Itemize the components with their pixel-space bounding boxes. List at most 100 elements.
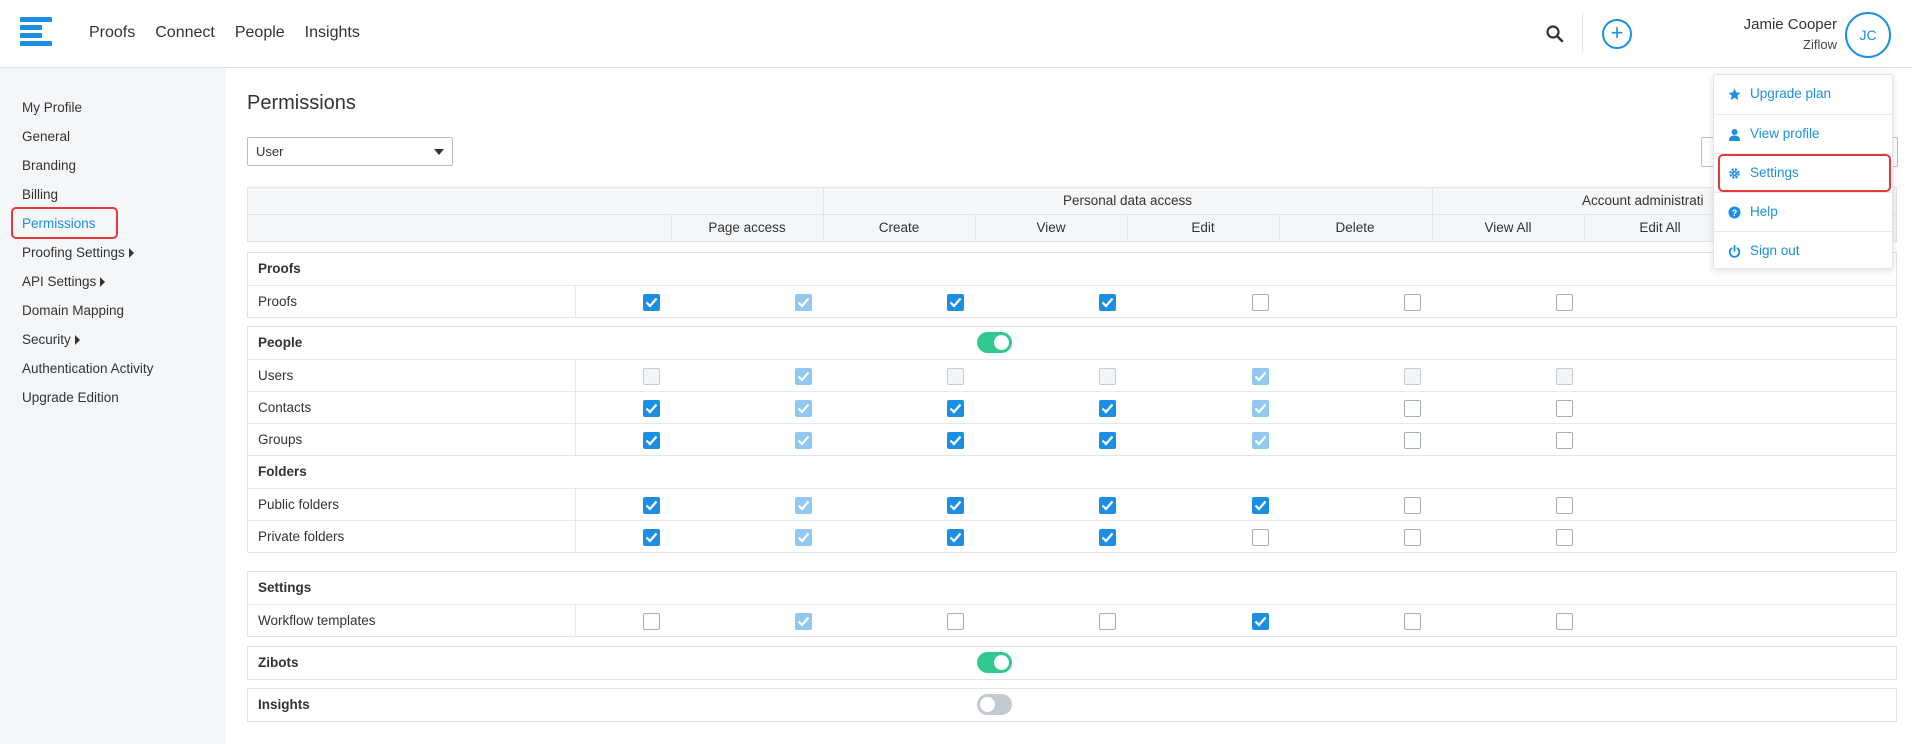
permission-checkbox[interactable] xyxy=(1404,497,1421,514)
permission-checkbox[interactable] xyxy=(1556,497,1573,514)
menu-item-label: Sign out xyxy=(1750,243,1800,258)
permission-checkbox[interactable] xyxy=(1404,400,1421,417)
permission-checkbox[interactable] xyxy=(1404,294,1421,311)
sidebar-item-label: Billing xyxy=(22,187,59,202)
permission-checkbox[interactable] xyxy=(1252,613,1269,630)
menu-item-view-profile[interactable]: View profile xyxy=(1714,114,1892,153)
permission-checkbox[interactable] xyxy=(795,432,812,449)
permission-checkbox[interactable] xyxy=(643,368,660,385)
permission-checkbox[interactable] xyxy=(795,529,812,546)
nav-item-people[interactable]: People xyxy=(235,24,285,42)
column-divider xyxy=(575,489,576,521)
role-select[interactable]: User xyxy=(247,137,453,166)
permission-checkbox[interactable] xyxy=(947,432,964,449)
page-access-toggle[interactable] xyxy=(977,694,1012,715)
menu-item-help[interactable]: ? Help xyxy=(1714,192,1892,231)
permission-checkbox[interactable] xyxy=(1556,368,1573,385)
page-access-toggle[interactable] xyxy=(977,332,1012,353)
menu-item-upgrade-plan[interactable]: Upgrade plan xyxy=(1714,75,1892,114)
permission-checkbox[interactable] xyxy=(947,529,964,546)
section-title: Zibots xyxy=(258,655,299,670)
permission-checkbox[interactable] xyxy=(947,294,964,311)
permission-checkbox[interactable] xyxy=(1099,368,1116,385)
permission-checkbox[interactable] xyxy=(795,368,812,385)
avatar[interactable]: JC xyxy=(1845,12,1891,58)
table-row: Users xyxy=(248,359,1896,392)
permission-checkbox[interactable] xyxy=(1252,529,1269,546)
permission-checkbox[interactable] xyxy=(1099,497,1116,514)
permission-checkbox[interactable] xyxy=(1404,613,1421,630)
permission-checkbox[interactable] xyxy=(1404,432,1421,449)
permission-checkbox[interactable] xyxy=(643,529,660,546)
permission-checkbox[interactable] xyxy=(643,613,660,630)
permission-checkbox[interactable] xyxy=(1252,432,1269,449)
sidebar-item-api-settings[interactable]: API Settings xyxy=(22,272,106,292)
sidebar-item-upgrade-edition[interactable]: Upgrade Edition xyxy=(22,388,119,408)
row-label: Groups xyxy=(258,432,303,447)
sidebar-item-label: General xyxy=(22,129,71,144)
ziflow-logo[interactable] xyxy=(20,17,52,47)
permission-checkbox[interactable] xyxy=(1252,497,1269,514)
sidebar-item-billing[interactable]: Billing xyxy=(22,185,58,205)
section-settings: Settings Workflow templates xyxy=(247,571,1897,637)
toggle-knob xyxy=(994,335,1009,350)
header-account-administration: Account administrati xyxy=(1582,193,1704,208)
permission-checkbox[interactable] xyxy=(1099,613,1116,630)
permission-checkbox[interactable] xyxy=(947,613,964,630)
permission-checkbox[interactable] xyxy=(643,400,660,417)
sidebar-item-label: Security xyxy=(22,332,71,347)
sidebar-item-label: API Settings xyxy=(22,274,97,289)
nav-item-insights[interactable]: Insights xyxy=(305,24,360,42)
permission-checkbox[interactable] xyxy=(1099,432,1116,449)
sidebar-item-label: Authentication Activity xyxy=(22,361,154,376)
header-page-access: Page access xyxy=(708,220,786,235)
permission-checkbox[interactable] xyxy=(795,613,812,630)
search-icon[interactable] xyxy=(1545,24,1565,44)
permission-checkbox[interactable] xyxy=(1404,368,1421,385)
sidebar-item-general[interactable]: General xyxy=(22,127,70,147)
permission-checkbox[interactable] xyxy=(1556,294,1573,311)
sidebar-item-authentication-activity[interactable]: Authentication Activity xyxy=(22,359,153,379)
permission-checkbox[interactable] xyxy=(1252,368,1269,385)
caret-right-icon xyxy=(74,335,80,345)
permission-checkbox[interactable] xyxy=(795,400,812,417)
sidebar-item-proofing-settings[interactable]: Proofing Settings xyxy=(22,243,134,263)
permission-checkbox[interactable] xyxy=(643,432,660,449)
permission-checkbox[interactable] xyxy=(1556,432,1573,449)
sidebar-item-security[interactable]: Security xyxy=(22,330,80,350)
column-divider xyxy=(575,605,576,637)
permission-checkbox[interactable] xyxy=(1252,294,1269,311)
toggle-knob xyxy=(994,655,1009,670)
menu-item-sign-out[interactable]: Sign out xyxy=(1714,231,1892,270)
permission-checkbox[interactable] xyxy=(947,497,964,514)
permission-checkbox[interactable] xyxy=(643,294,660,311)
permission-checkbox[interactable] xyxy=(643,497,660,514)
sidebar-item-branding[interactable]: Branding xyxy=(22,156,76,176)
user-info[interactable]: Jamie Cooper Ziflow xyxy=(1744,16,1837,52)
page-access-toggle[interactable] xyxy=(977,652,1012,673)
permission-checkbox[interactable] xyxy=(1099,294,1116,311)
permission-checkbox[interactable] xyxy=(795,497,812,514)
permission-checkbox[interactable] xyxy=(1556,400,1573,417)
row-label: Workflow templates xyxy=(258,613,376,628)
permission-checkbox[interactable] xyxy=(1404,529,1421,546)
permission-checkbox[interactable] xyxy=(1252,400,1269,417)
nav-item-proofs[interactable]: Proofs xyxy=(89,24,135,42)
permission-checkbox[interactable] xyxy=(947,400,964,417)
permission-checkbox[interactable] xyxy=(1556,529,1573,546)
menu-item-highlight xyxy=(1718,154,1891,192)
user-icon xyxy=(1728,128,1741,141)
active-item-highlight xyxy=(11,207,118,239)
sidebar-item-domain-mapping[interactable]: Domain Mapping xyxy=(22,301,124,321)
column-divider xyxy=(575,521,576,553)
nav-item-connect[interactable]: Connect xyxy=(155,24,215,42)
permission-checkbox[interactable] xyxy=(1099,400,1116,417)
add-button[interactable]: + xyxy=(1602,19,1632,49)
permission-checkbox[interactable] xyxy=(947,368,964,385)
permission-checkbox[interactable] xyxy=(1556,613,1573,630)
permission-checkbox[interactable] xyxy=(1099,529,1116,546)
sidebar-item-my-profile[interactable]: My Profile xyxy=(22,98,82,118)
menu-item-label: Help xyxy=(1750,204,1778,219)
permission-checkbox[interactable] xyxy=(795,294,812,311)
header-personal-data-access: Personal data access xyxy=(1062,193,1193,208)
